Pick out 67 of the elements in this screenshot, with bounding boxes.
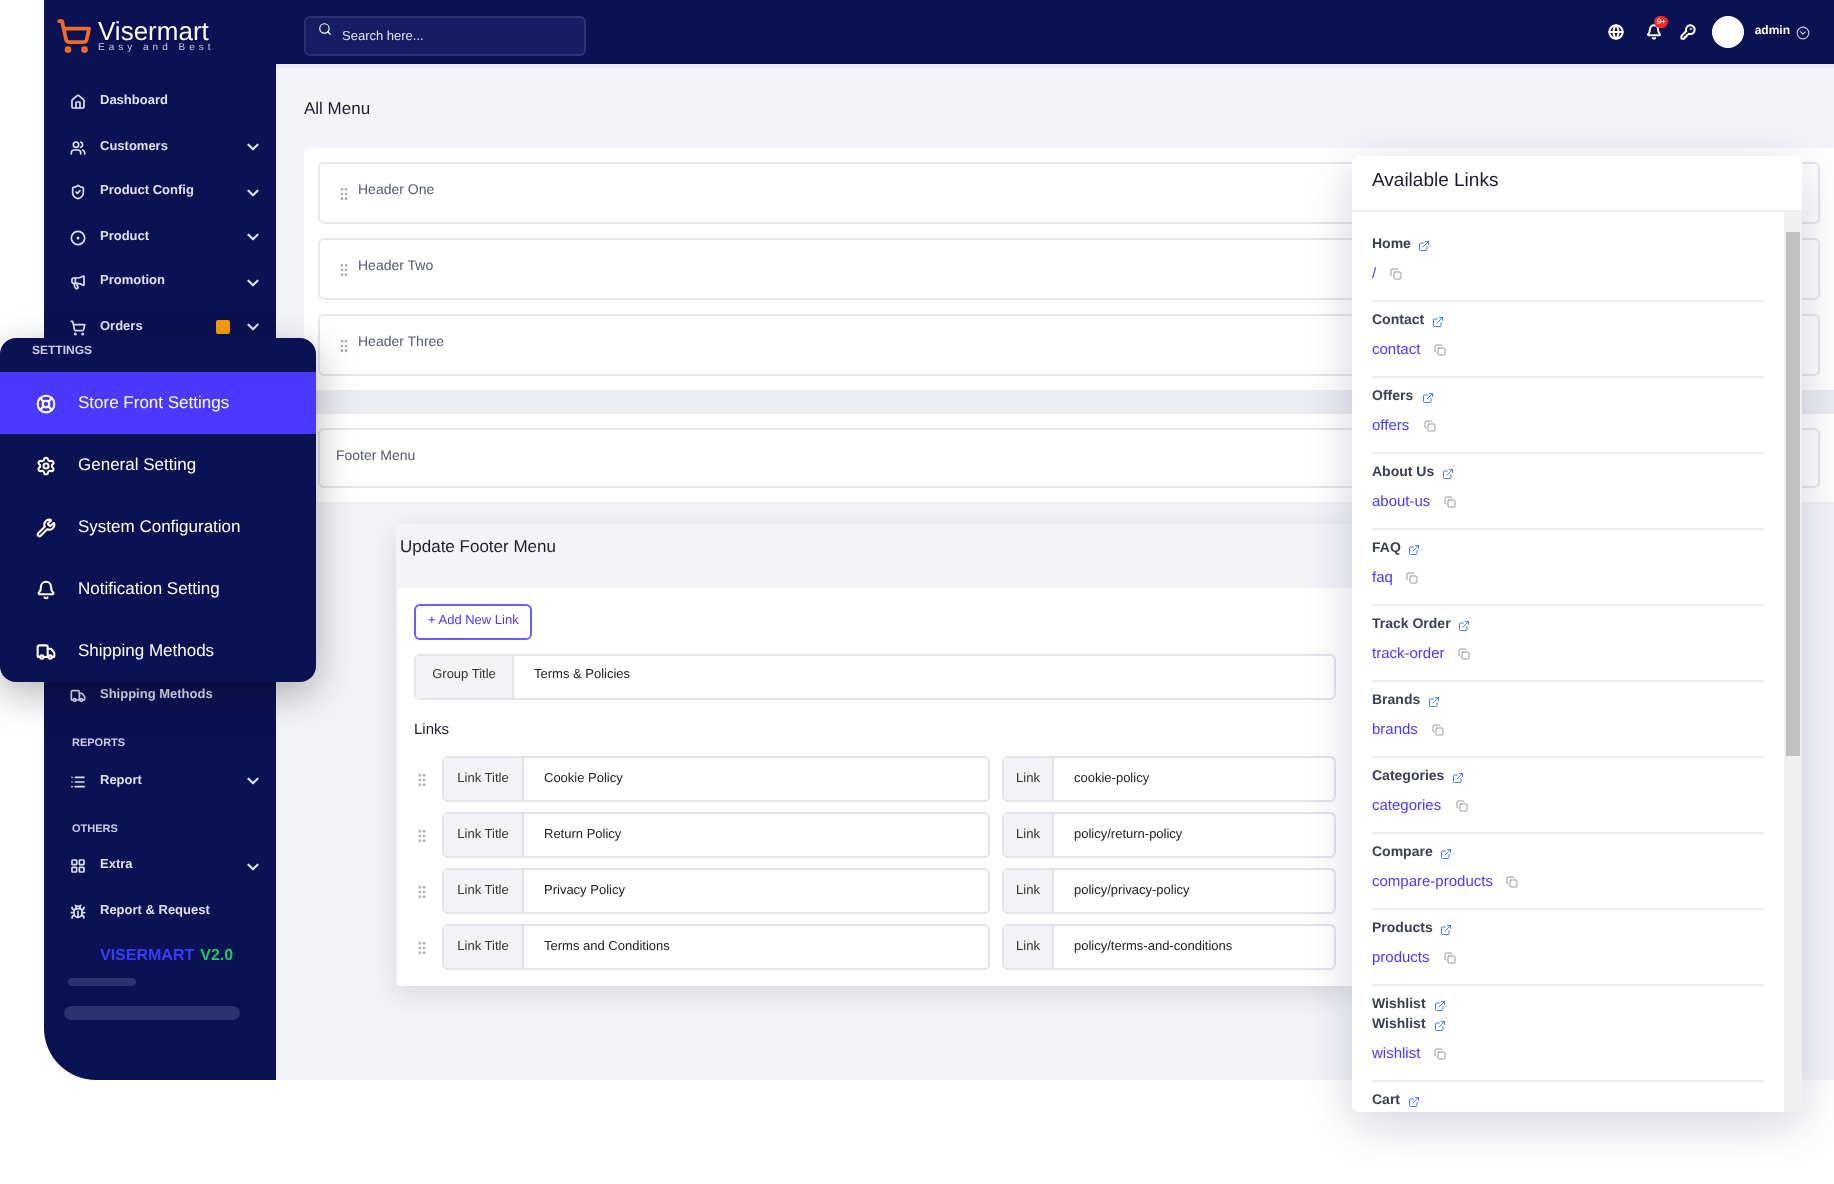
external-link-icon[interactable] xyxy=(1421,392,1434,404)
copy-icon[interactable] xyxy=(1444,496,1457,508)
external-link-icon[interactable] xyxy=(1458,620,1471,632)
drag-handle-icon[interactable] xyxy=(336,337,352,353)
settings-menu-item[interactable]: Notification Setting xyxy=(0,558,316,620)
globe-icon[interactable] xyxy=(1608,24,1625,40)
external-link-icon[interactable] xyxy=(1408,1096,1421,1108)
settings-menu-item[interactable]: Shipping Methods xyxy=(0,620,316,682)
external-link-icon[interactable] xyxy=(1428,696,1441,708)
copy-icon[interactable] xyxy=(1406,572,1419,584)
brand-name: Visermart xyxy=(98,18,209,44)
gear-icon xyxy=(36,455,56,475)
copy-icon[interactable] xyxy=(1434,344,1447,356)
copy-icon[interactable] xyxy=(1458,648,1471,660)
bell-icon[interactable] xyxy=(1646,24,1663,40)
drag-handle-icon[interactable] xyxy=(414,939,430,955)
brand-version-name: VISERMART xyxy=(100,944,195,968)
external-link-icon[interactable] xyxy=(1442,468,1455,480)
settings-menu-item[interactable]: Store Front Settings xyxy=(0,372,316,434)
chevron-down-icon[interactable] xyxy=(1796,25,1810,39)
copy-icon[interactable] xyxy=(1390,268,1403,280)
cart-logo-icon xyxy=(56,18,92,54)
drag-handle-icon[interactable] xyxy=(336,261,352,277)
scrollbar[interactable] xyxy=(1784,212,1802,1112)
external-link-icon[interactable] xyxy=(1433,1000,1446,1012)
lifebuoy-icon xyxy=(36,393,56,413)
shield-icon xyxy=(70,184,86,201)
copy-icon[interactable] xyxy=(1431,724,1444,736)
external-link-icon[interactable] xyxy=(1452,772,1465,784)
search-icon xyxy=(318,21,332,36)
panel-title: Available Links xyxy=(1372,168,1499,197)
list-icon xyxy=(70,773,86,790)
copy-icon[interactable] xyxy=(1434,1048,1447,1060)
grid-icon xyxy=(70,858,86,875)
page-title: All Menu xyxy=(304,96,373,122)
copy-icon[interactable] xyxy=(1455,800,1468,812)
settings-menu-item[interactable]: General Setting xyxy=(0,434,316,496)
external-link-icon[interactable] xyxy=(1408,544,1421,556)
drag-handle-icon[interactable] xyxy=(336,185,352,201)
cart-icon xyxy=(70,319,86,336)
drag-handle-icon[interactable] xyxy=(414,883,430,899)
users-icon xyxy=(70,139,86,156)
external-link-icon[interactable] xyxy=(1433,1020,1446,1032)
settings-menu-item[interactable]: System Configuration xyxy=(0,496,316,558)
skeleton-bar xyxy=(68,978,136,986)
copy-icon[interactable] xyxy=(1506,876,1519,888)
drag-handle-icon[interactable] xyxy=(414,771,430,787)
external-link-icon[interactable] xyxy=(1432,316,1445,328)
truck-icon xyxy=(70,688,86,705)
drag-handle-icon[interactable] xyxy=(414,827,430,843)
megaphone-icon xyxy=(70,274,86,291)
panel-title: Update Footer Menu xyxy=(400,534,556,560)
avatar[interactable] xyxy=(1712,16,1745,48)
copy-icon[interactable] xyxy=(1423,420,1436,432)
version-number: V2.0 xyxy=(200,944,234,968)
truck-icon xyxy=(36,641,56,661)
external-link-icon[interactable] xyxy=(1440,848,1453,860)
copy-icon[interactable] xyxy=(1443,952,1456,964)
key-icon[interactable] xyxy=(1680,24,1697,40)
bell-icon xyxy=(36,579,56,599)
external-link-icon[interactable] xyxy=(1418,240,1431,252)
external-link-icon[interactable] xyxy=(1440,924,1453,936)
count-badge xyxy=(216,320,230,335)
circle-icon xyxy=(70,229,86,246)
bug-icon xyxy=(70,903,86,920)
home-icon xyxy=(70,94,86,111)
wrench-icon xyxy=(36,517,56,537)
